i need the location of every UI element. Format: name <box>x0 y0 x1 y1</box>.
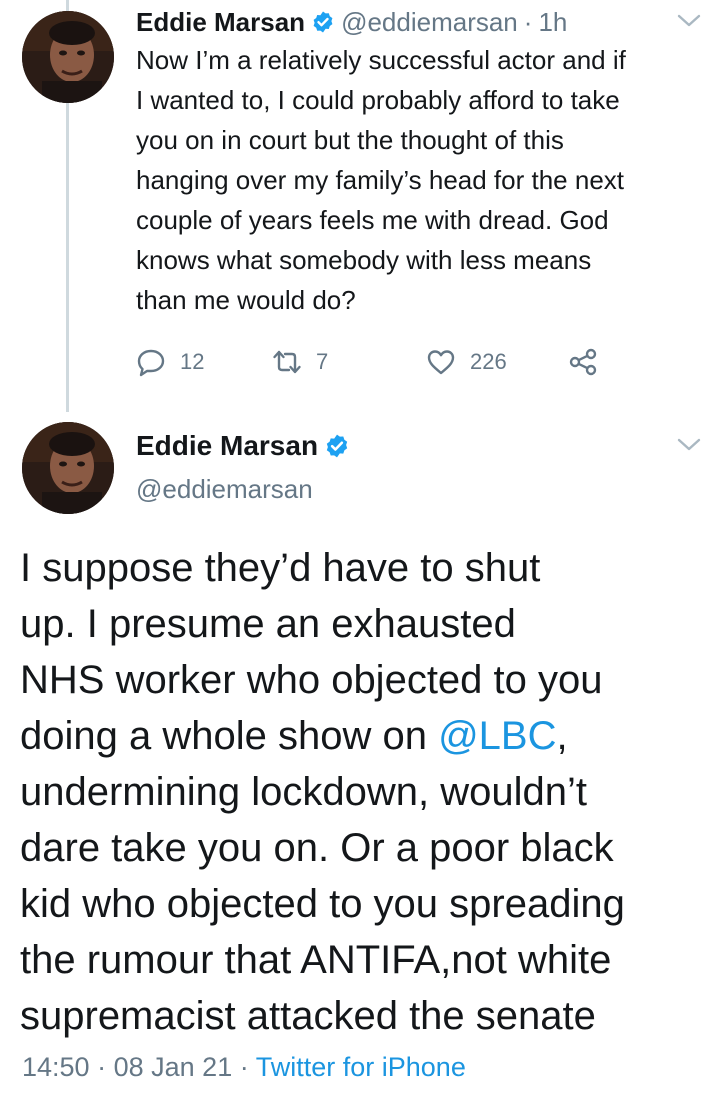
tweet-time[interactable]: 14:50 <box>22 1052 90 1082</box>
verified-badge-icon <box>311 10 335 34</box>
tweet-meta: 14:50 · 08 Jan 21 · Twitter for iPhone <box>22 1052 466 1083</box>
reply-tweet-header: Eddie Marsan @eddiemarsan · 1h <box>136 4 567 40</box>
author-handle[interactable]: @eddiemarsan <box>136 474 313 505</box>
tweet-line: up. I presume an exhausted <box>20 602 516 646</box>
like-icon <box>427 350 455 375</box>
share-button[interactable] <box>568 340 612 384</box>
tweet-text-fragment: , <box>556 714 568 758</box>
reply-count: 12 <box>180 349 205 374</box>
retweet-count: 7 <box>316 349 329 374</box>
main-tweet-author: Eddie Marsan <box>136 426 356 466</box>
tweet-line: supremacist attacked the senate <box>20 994 596 1038</box>
tweet-source-link[interactable]: Twitter for iPhone <box>256 1052 466 1082</box>
author-handle[interactable]: @eddiemarsan <box>341 7 518 38</box>
tweet-line: undermining lockdown, wouldn’t <box>20 770 587 814</box>
like-count: 226 <box>470 349 507 374</box>
reply-icon <box>137 349 165 377</box>
tweet-line-with-mention: doing a whole show on @LBC, <box>20 708 710 764</box>
chevron-down-icon[interactable] <box>676 12 702 30</box>
avatar-image <box>22 11 114 103</box>
tweet-line: kid who objected to you spreading <box>20 882 625 926</box>
tweet-line: the rumour that ANTIFA,not white <box>20 938 612 982</box>
avatar[interactable] <box>22 422 114 514</box>
tweet-line: NHS worker who objected to you <box>20 658 603 702</box>
avatar-image <box>22 422 114 514</box>
tweet-line: dare take you on. Or a poor black <box>20 826 614 870</box>
retweet-icon <box>273 350 301 374</box>
separator-dot: · <box>97 1052 107 1082</box>
author-name[interactable]: Eddie Marsan <box>136 430 318 462</box>
mention-link[interactable]: @LBC <box>438 714 556 758</box>
separator-dot: · <box>239 1052 249 1082</box>
separator-dot: · <box>523 6 533 37</box>
main-tweet-text: I suppose they’d have to shut up. I pres… <box>20 540 710 1044</box>
tweet-text-fragment: doing a whole show on <box>20 714 439 758</box>
reply-tweet-text: Now I’m a relatively successful actor an… <box>136 45 626 315</box>
share-icon <box>569 348 597 376</box>
tweet-line: I suppose they’d have to shut <box>20 546 541 590</box>
verified-badge-icon <box>324 433 350 459</box>
retweet-button[interactable]: 7 <box>272 340 328 384</box>
reply-button[interactable]: 12 <box>136 340 204 384</box>
like-button[interactable]: 226 <box>426 340 507 384</box>
avatar[interactable] <box>22 11 114 103</box>
tweet-date[interactable]: 08 Jan 21 <box>114 1052 233 1082</box>
tweet-actions: 12 7 226 <box>136 340 616 384</box>
chevron-down-icon[interactable] <box>676 436 702 454</box>
author-name[interactable]: Eddie Marsan <box>136 7 305 38</box>
tweet-time[interactable]: 1h <box>538 7 567 38</box>
